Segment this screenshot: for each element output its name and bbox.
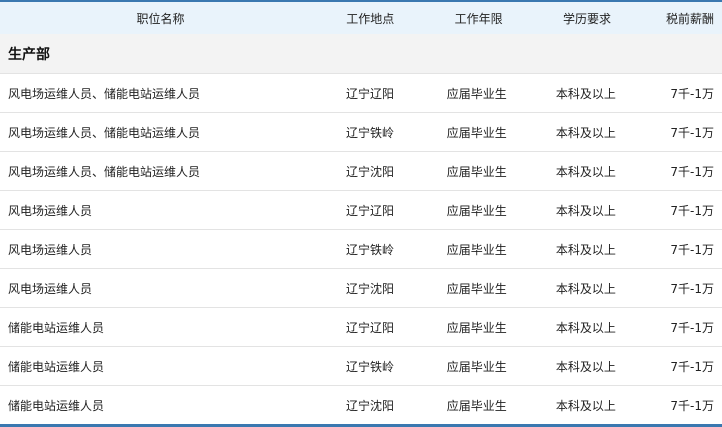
location-cell: 辽宁铁岭 (345, 359, 394, 374)
position-cell: 风电场运维人员、储能电站运维人员 (8, 164, 201, 179)
experience-cell: 应届毕业生 (446, 320, 507, 335)
experience-cell: 应届毕业生 (446, 281, 507, 296)
position-cell: 风电场运维人员、储能电站运维人员 (8, 86, 201, 101)
table-row[interactable]: 风电场运维人员、储能电站运维人员 辽宁铁岭 应届毕业生 本科及以上 7千-1万 (0, 112, 722, 151)
table-row[interactable]: 风电场运维人员 辽宁辽阳 应届毕业生 本科及以上 7千-1万 (0, 190, 722, 229)
education-cell: 本科及以上 (555, 359, 616, 374)
salary-cell: 7千-1万 (670, 86, 715, 101)
table-row[interactable]: 风电场运维人员 辽宁沈阳 应届毕业生 本科及以上 7千-1万 (0, 268, 722, 307)
education-cell: 本科及以上 (555, 203, 616, 218)
experience-cell: 应届毕业生 (446, 125, 507, 140)
salary-cell: 7千-1万 (670, 203, 715, 218)
salary-cell: 7千-1万 (670, 125, 715, 140)
table-header: 职位名称 工作地点 工作年限 学历要求 税前薪酬 (0, 2, 722, 34)
table-row[interactable]: 风电场运维人员 辽宁铁岭 应届毕业生 本科及以上 7千-1万 (0, 229, 722, 268)
salary-cell: 7千-1万 (670, 281, 715, 296)
salary-cell: 7千-1万 (670, 164, 715, 179)
header-location: 工作地点 (346, 11, 395, 26)
table-row[interactable]: 储能电站运维人员 辽宁沈阳 应届毕业生 本科及以上 7千-1万 (0, 385, 722, 424)
salary-cell: 7千-1万 (670, 359, 715, 374)
experience-cell: 应届毕业生 (446, 359, 507, 374)
department-title: 生产部 (8, 46, 50, 63)
education-cell: 本科及以上 (555, 86, 616, 101)
education-cell: 本科及以上 (555, 398, 616, 413)
education-cell: 本科及以上 (555, 164, 616, 179)
table-row[interactable]: 风电场运维人员、储能电站运维人员 辽宁辽阳 应届毕业生 本科及以上 7千-1万 (0, 73, 722, 112)
salary-cell: 7千-1万 (670, 320, 715, 335)
location-cell: 辽宁辽阳 (345, 320, 394, 335)
position-cell: 风电场运维人员、储能电站运维人员 (8, 125, 201, 140)
table-row[interactable]: 储能电站运维人员 辽宁铁岭 应届毕业生 本科及以上 7千-1万 (0, 346, 722, 385)
position-cell: 风电场运维人员 (8, 242, 93, 257)
salary-cell: 7千-1万 (670, 242, 715, 257)
location-cell: 辽宁沈阳 (345, 281, 394, 296)
location-cell: 辽宁铁岭 (345, 125, 394, 140)
location-cell: 辽宁铁岭 (345, 242, 394, 257)
education-cell: 本科及以上 (555, 281, 616, 296)
experience-cell: 应届毕业生 (446, 203, 507, 218)
header-experience: 工作年限 (454, 11, 503, 26)
table-row[interactable]: 风电场运维人员、储能电站运维人员 辽宁沈阳 应届毕业生 本科及以上 7千-1万 (0, 151, 722, 190)
experience-cell: 应届毕业生 (446, 242, 507, 257)
department-section: 生产部 (0, 34, 722, 73)
experience-cell: 应届毕业生 (446, 86, 507, 101)
location-cell: 辽宁辽阳 (345, 86, 394, 101)
experience-cell: 应届毕业生 (446, 164, 507, 179)
position-cell: 储能电站运维人员 (8, 320, 105, 335)
position-cell: 风电场运维人员 (8, 203, 93, 218)
header-salary: 税前薪酬 (665, 11, 714, 26)
position-cell: 储能电站运维人员 (8, 359, 105, 374)
location-cell: 辽宁沈阳 (345, 164, 394, 179)
experience-cell: 应届毕业生 (446, 398, 507, 413)
education-cell: 本科及以上 (555, 242, 616, 257)
salary-cell: 7千-1万 (670, 398, 715, 413)
header-position: 职位名称 (136, 11, 185, 26)
header-education: 学历要求 (562, 11, 611, 26)
education-cell: 本科及以上 (555, 125, 616, 140)
location-cell: 辽宁辽阳 (345, 203, 394, 218)
education-cell: 本科及以上 (555, 320, 616, 335)
table-row[interactable]: 储能电站运维人员 辽宁辽阳 应届毕业生 本科及以上 7千-1万 (0, 307, 722, 346)
position-cell: 风电场运维人员 (8, 281, 93, 296)
job-table: 职位名称 工作地点 工作年限 学历要求 税前薪酬 生产部 风电场运维人员、储能电… (0, 0, 722, 427)
location-cell: 辽宁沈阳 (345, 398, 394, 413)
position-cell: 储能电站运维人员 (8, 398, 105, 413)
